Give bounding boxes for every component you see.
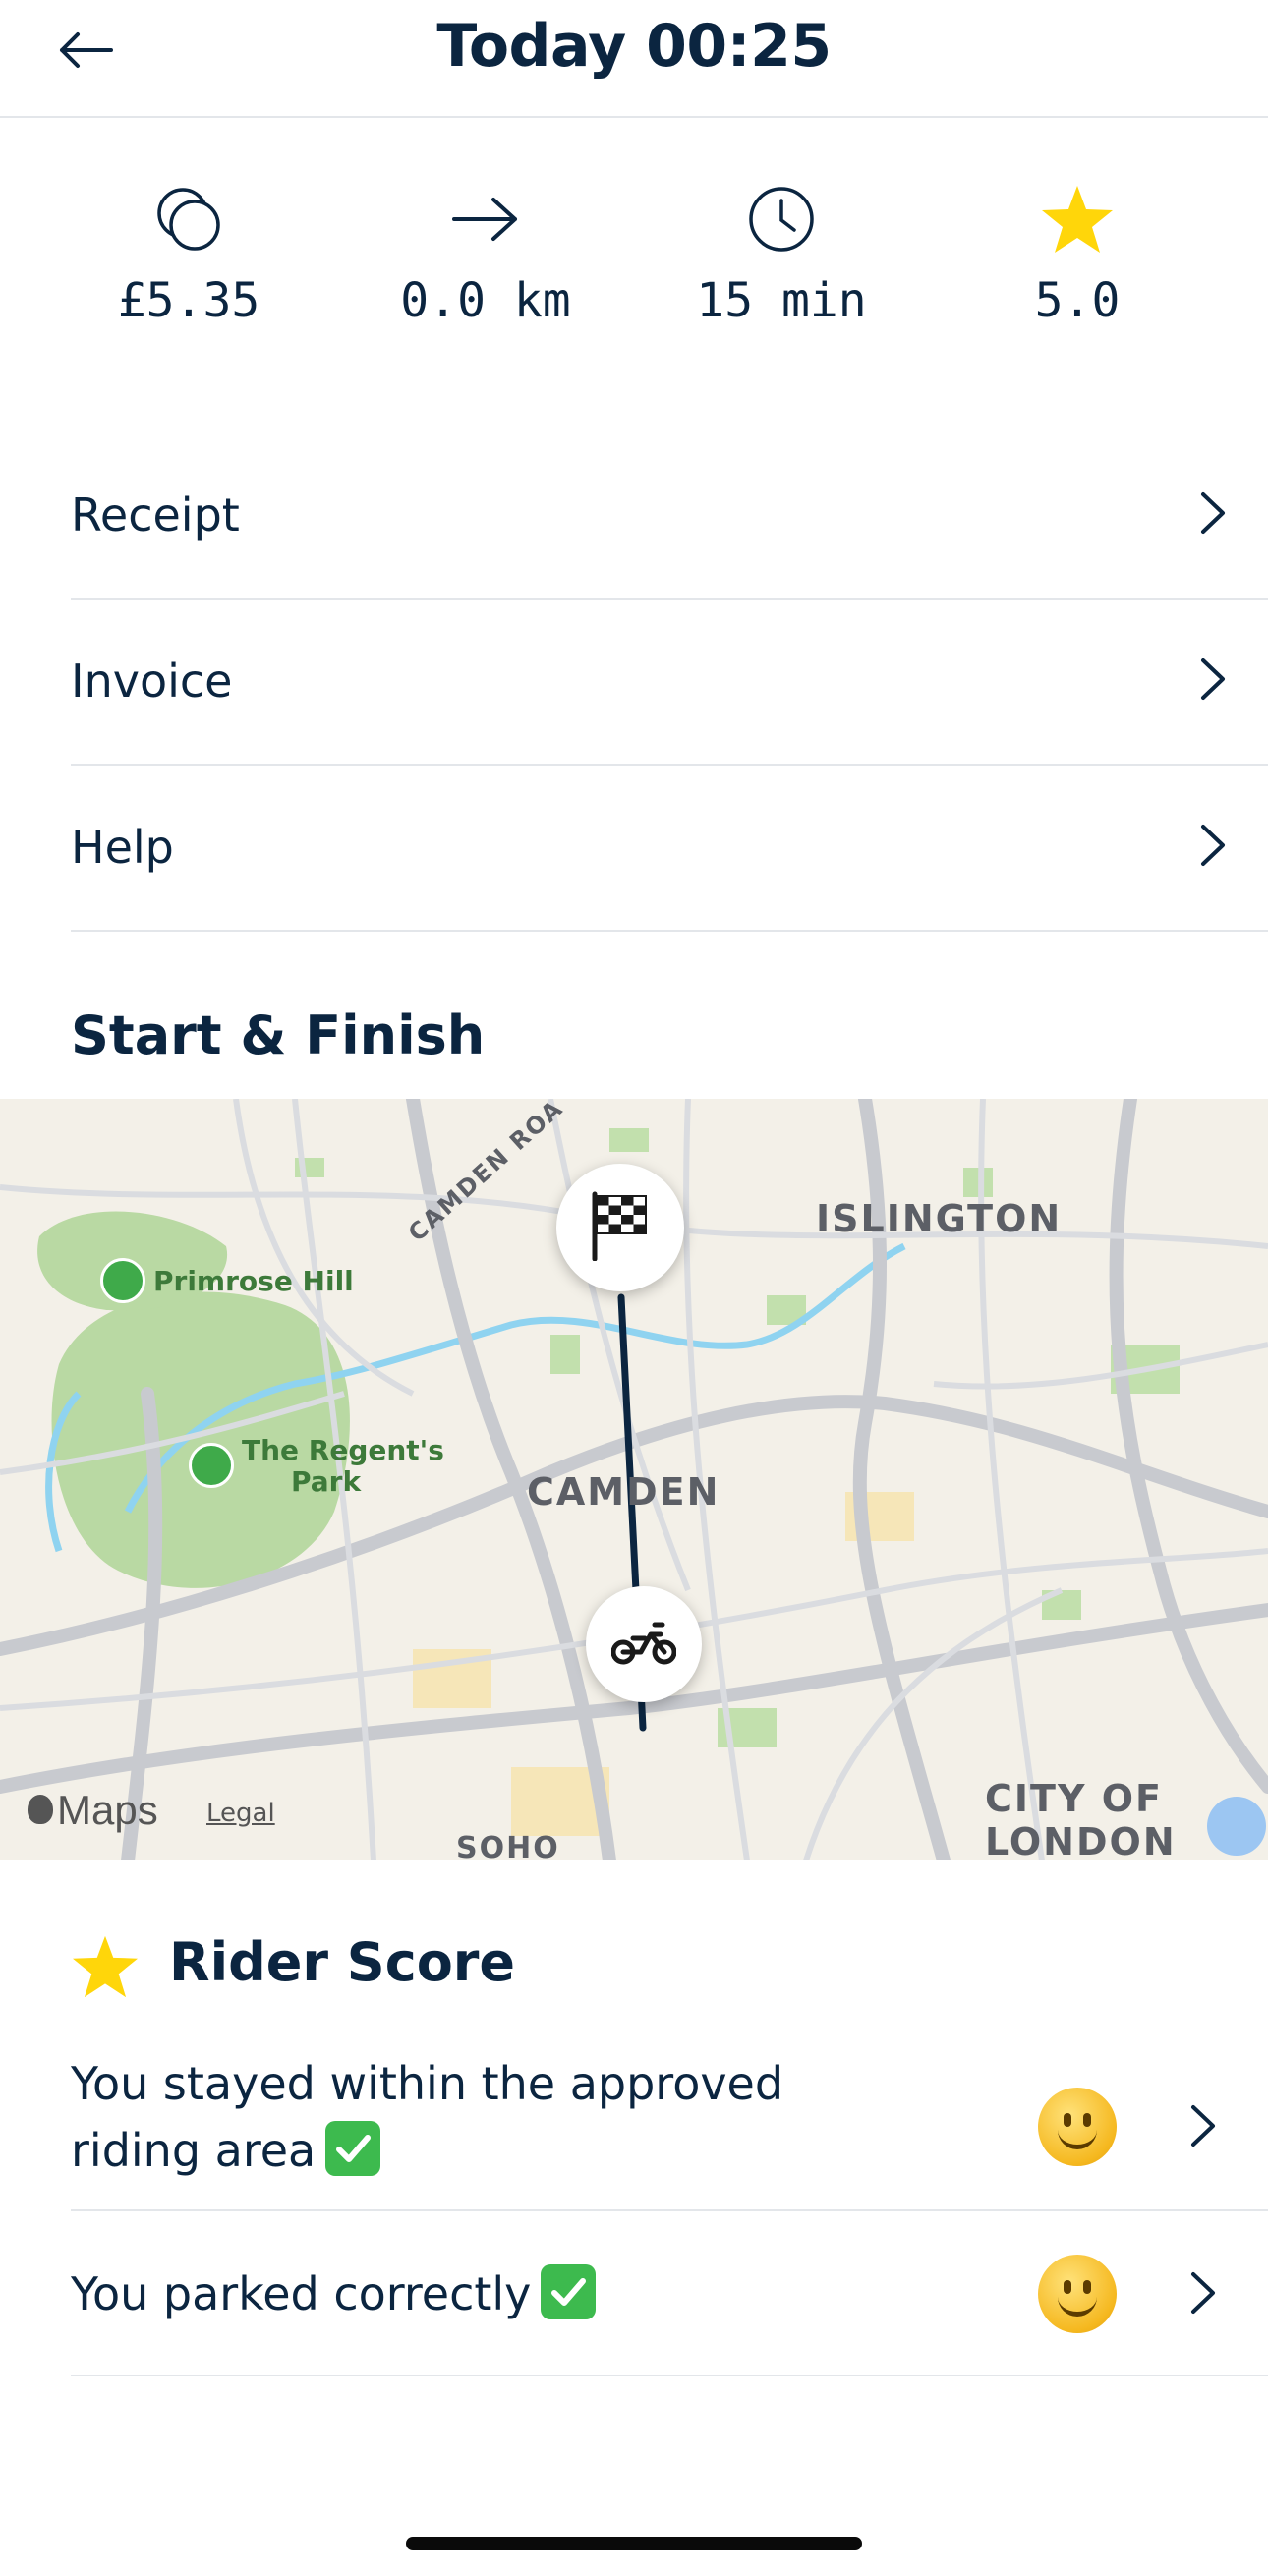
checkered-flag-icon [589,1190,652,1265]
coins-icon [149,180,228,262]
chevron-right-icon [1187,2270,1217,2319]
check-mark-icon [541,2264,597,2319]
star-icon [1040,184,1115,258]
page-title: Today 00:25 [436,12,832,81]
gherkin-icon [1207,1797,1266,1856]
finish-pin[interactable] [556,1164,684,1291]
menu-item-help[interactable]: Help [71,765,1268,932]
stat-rating-value: 5.0 [1034,273,1121,328]
menu-item-label: Invoice [71,655,233,708]
park-label-regents-park: The Regent's Park [242,1435,444,1498]
map-label-camden: CAMDEN [527,1470,720,1514]
stat-cost-value: £5.35 [117,273,260,328]
menu-item-label: Help [71,821,174,874]
score-item-parking[interactable]: You parked correctly [71,2211,1268,2376]
map-label-soho: SOHO [456,1831,560,1860]
tree-icon [189,1443,234,1488]
stat-distance: 0.0 km [358,177,613,328]
stat-duration: 15 min [654,177,909,328]
score-item-text: You stayed within the approved riding ar… [71,2050,936,2184]
stat-distance-value: 0.0 km [400,273,571,328]
score-item-riding-area[interactable]: You stayed within the approved riding ar… [71,2044,1268,2211]
chevron-right-icon [1197,823,1227,872]
menu-item-invoice[interactable]: Invoice [71,599,1268,766]
tree-icon [100,1258,145,1303]
map-legal-link[interactable]: Legal [206,1799,275,1828]
map-label-city-of: CITY OF [985,1777,1163,1820]
stat-duration-value: 15 min [696,273,867,328]
arrow-right-icon [450,194,521,249]
chevron-right-icon [1187,2103,1217,2152]
map-label-islington: ISLINGTON [816,1197,1063,1240]
chevron-right-icon [1197,490,1227,540]
menu-item-receipt[interactable]: Receipt [71,432,1268,600]
menu-item-label: Receipt [71,488,240,542]
clock-icon [745,183,818,259]
ride-stats: £5.35 0.0 km 15 min 5.0 [0,177,1268,344]
stat-cost: £5.35 [61,177,317,328]
check-mark-icon [325,2121,381,2176]
park-label-primrose-hill: Primrose Hill [153,1264,354,1297]
chevron-right-icon [1197,657,1227,706]
score-item-text-line1: You parked correctly [71,2267,532,2320]
park-label-regents-line2: Park [291,1465,362,1498]
maps-attribution: Maps [28,1787,158,1834]
smiley-face-icon [1038,2255,1117,2333]
stat-rating: 5.0 [950,177,1205,328]
route-map[interactable]: ISLINGTON CAMDEN CITY OF LONDON SOHO CAM… [0,1099,1268,1860]
map-poi-regents-park: The Regent's Park [189,1435,444,1498]
score-item-text: You parked correctly [71,2261,936,2327]
home-indicator[interactable] [406,2537,862,2550]
scooter-icon [610,1619,677,1670]
map-label-city-of-london: CITY OF LONDON [985,1777,1177,1860]
map-label-london: LONDON [985,1820,1177,1860]
score-item-text-line2-wrap: riding area [71,2117,936,2184]
start-pin[interactable] [586,1586,702,1702]
smiley-face-icon [1038,2088,1117,2166]
score-item-text-line2: riding area [71,2124,317,2177]
rider-score-title: Rider Score [169,1931,516,1993]
park-label-regents-line1: The Regent's [242,1434,444,1466]
start-finish-title: Start & Finish [71,1004,486,1066]
map-poi-primrose-hill: Primrose Hill [100,1258,354,1303]
top-bar: Today 00:25 [0,0,1268,118]
rider-score-star-icon [71,1934,140,2003]
apple-logo-icon [28,1795,53,1824]
score-item-text-line1: You stayed within the approved [71,2057,784,2110]
maps-attribution-text: Maps [57,1787,158,1833]
